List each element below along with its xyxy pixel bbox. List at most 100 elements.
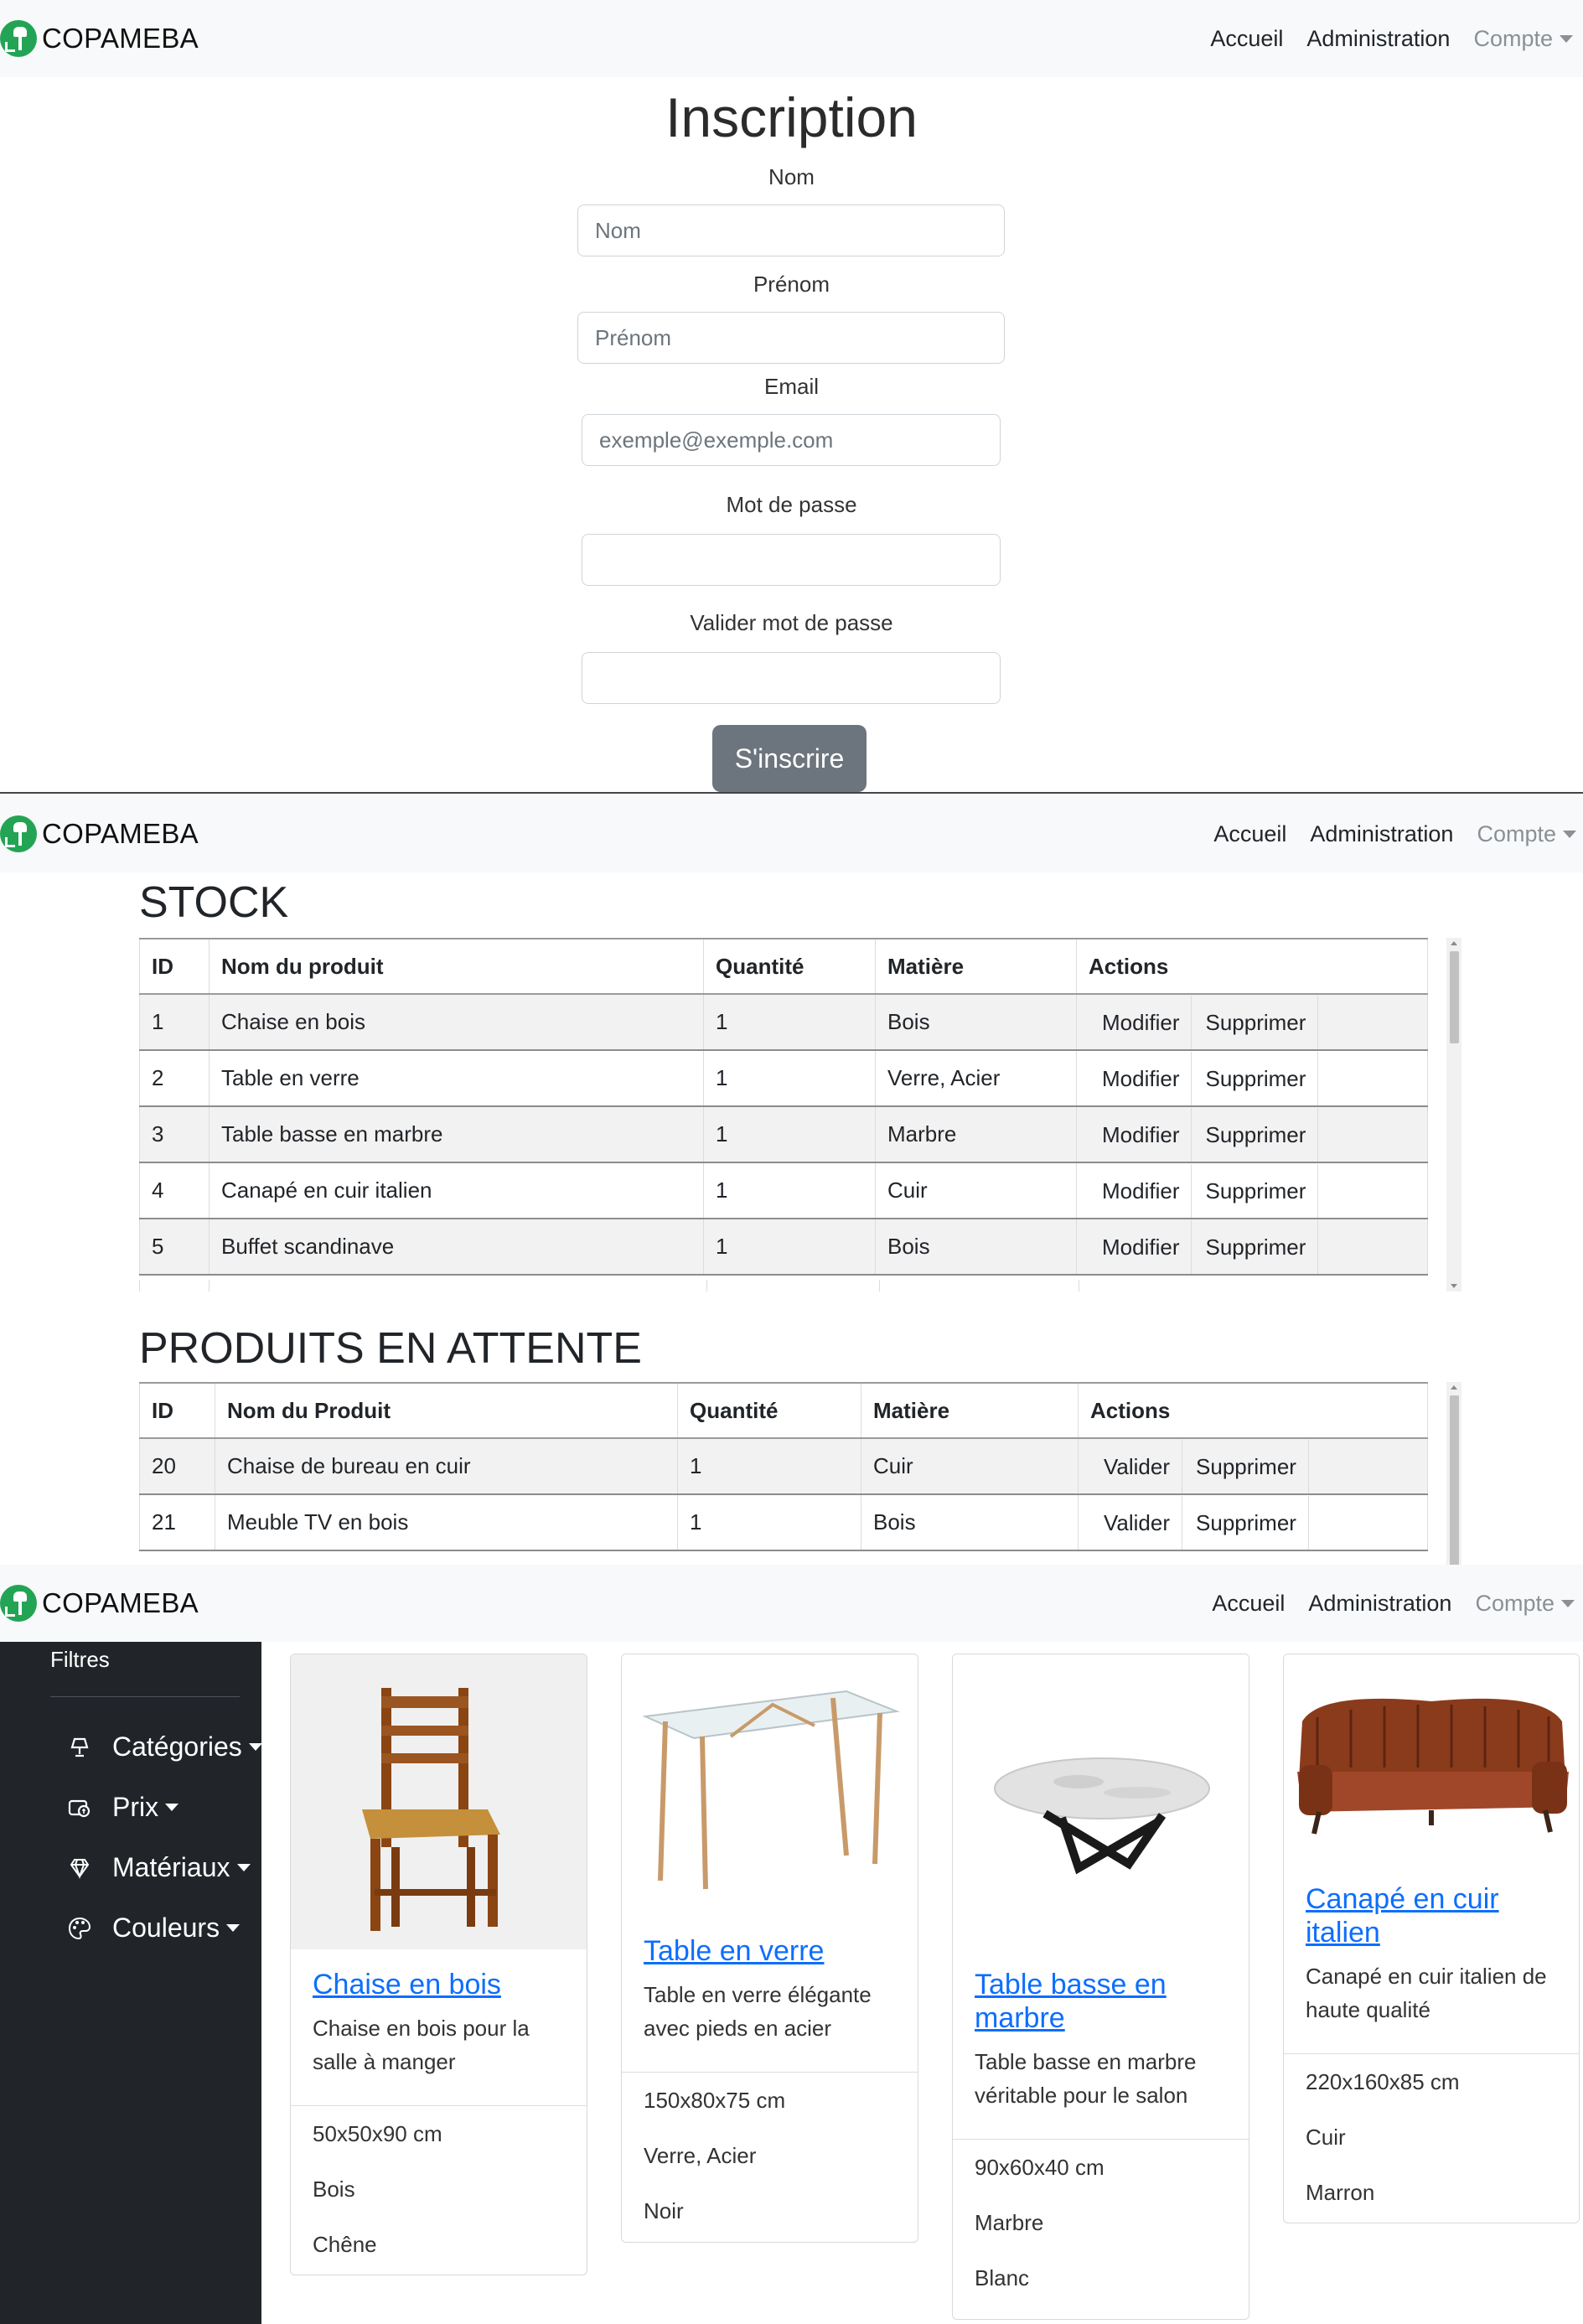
edit-button[interactable]: Modifier <box>1089 995 1192 1049</box>
product-dimensions: 220x160x85 cm <box>1306 2069 1460 2094</box>
brand[interactable]: COPAMEBA <box>0 795 199 872</box>
cell-id: 5 <box>139 1219 210 1276</box>
cell-name: Table en verre <box>209 1050 704 1107</box>
password-input[interactable] <box>582 534 1001 586</box>
product-image[interactable] <box>291 1654 587 1949</box>
product-title-link[interactable]: Canapé en cuir italien <box>1306 1882 1565 1949</box>
cell-name: Buffet scandinave <box>209 1219 704 1276</box>
brand[interactable]: COPAMEBA <box>0 0 199 77</box>
cell-id: 3 <box>139 1106 210 1163</box>
stock-scrollbar[interactable] <box>1446 938 1461 1291</box>
product-image[interactable] <box>622 1654 918 1939</box>
sidebar-divider <box>50 1696 240 1697</box>
signup-button[interactable]: S'inscrire <box>712 725 867 792</box>
product-color: Blanc <box>975 2265 1030 2290</box>
cell-name: Canapé en cuir italien <box>209 1162 704 1219</box>
chevron-down-icon <box>165 1804 179 1811</box>
nav-account-dropdown[interactable]: Compte <box>1473 26 1573 52</box>
sidebar-item-label: Couleurs <box>112 1913 220 1943</box>
edit-button[interactable]: Modifier <box>1089 1051 1192 1105</box>
cell-actions: Modifier Supprimer <box>1076 1162 1428 1219</box>
confirm-password-label: Valider mot de passe <box>690 610 893 635</box>
col-id: ID <box>139 938 210 995</box>
validate-button[interactable]: Valider <box>1090 1495 1183 1550</box>
product-specs: 150x80x75 cm Verre, Acier Noir <box>622 2072 918 2239</box>
palette-icon <box>65 1914 94 1943</box>
chevron-down-icon <box>1561 1599 1575 1607</box>
edit-button[interactable]: Modifier <box>1089 1107 1192 1162</box>
scrollbar-thumb[interactable] <box>1450 951 1459 1043</box>
product-image[interactable] <box>953 1654 1249 1949</box>
cell-qty: 1 <box>703 994 876 1051</box>
lamp-icon <box>65 1733 94 1762</box>
table-cutoff-row <box>139 1280 1428 1291</box>
cell-name: Meuble TV en bois <box>215 1494 678 1551</box>
table-row: 3 Table basse en marbre 1 Marbre Modifie… <box>139 1106 1428 1163</box>
cell-name: Chaise en bois <box>209 994 704 1051</box>
nav-account-dropdown[interactable]: Compte <box>1477 821 1576 847</box>
edit-button[interactable]: Modifier <box>1089 1163 1192 1218</box>
nav-account-dropdown[interactable]: Compte <box>1475 1591 1575 1617</box>
nav-admin-link[interactable]: Administration <box>1308 1591 1451 1617</box>
cell-name: Chaise de bureau en cuir <box>215 1438 678 1495</box>
nom-label: Nom <box>768 164 815 189</box>
cell-actions: Modifier Supprimer <box>1076 1050 1428 1107</box>
delete-button[interactable]: Supprimer <box>1192 1163 1319 1218</box>
nav-home-link[interactable]: Accueil <box>1213 821 1286 847</box>
scroll-up-arrow[interactable] <box>1451 941 1457 945</box>
product-description: Table en verre élégante avec pieds en ac… <box>644 1982 872 2041</box>
delete-button[interactable]: Supprimer <box>1192 1051 1319 1105</box>
nav-home-link[interactable]: Accueil <box>1210 26 1283 52</box>
chevron-down-icon <box>1560 34 1573 43</box>
nav-home-link[interactable]: Accueil <box>1212 1591 1285 1617</box>
nav-account-label: Compte <box>1477 820 1556 846</box>
nav-admin-link[interactable]: Administration <box>1310 821 1453 847</box>
product-title-link[interactable]: Table basse en marbre <box>975 1968 1235 2035</box>
cell-material: Bois <box>875 1219 1077 1276</box>
nav-admin-link[interactable]: Administration <box>1306 26 1450 52</box>
product-card: Canapé en cuir italien Canapé en cuir it… <box>1283 1654 1580 2223</box>
filter-sidebar: Filtres Catégories Prix Matériaux Couleu… <box>0 1642 262 2324</box>
cell-id: 1 <box>139 994 210 1051</box>
scroll-down-arrow[interactable] <box>1451 1284 1457 1288</box>
prenom-label: Prénom <box>753 272 830 297</box>
sidebar-item-categories[interactable]: Catégories <box>65 1731 262 1762</box>
scrollbar-thumb[interactable] <box>1450 1395 1459 1566</box>
email-input[interactable]: exemple@exemple.com <box>582 414 1001 466</box>
brand[interactable]: COPAMEBA <box>0 1565 199 1642</box>
sidebar-item-label: Prix <box>112 1792 159 1822</box>
delete-button[interactable]: Supprimer <box>1192 995 1319 1049</box>
navbar: COPAMEBA Accueil Administration Compte <box>0 795 1583 872</box>
brand-name: COPAMEBA <box>42 23 199 54</box>
scroll-up-arrow[interactable] <box>1451 1385 1457 1390</box>
product-card: Table basse en marbre Table basse en mar… <box>952 1654 1249 2320</box>
catalog-section: Filtres Catégories Prix Matériaux Couleu… <box>0 1642 1583 2324</box>
product-description: Table basse en marbre véritable pour le … <box>975 2049 1197 2108</box>
product-specs: 90x60x40 cm Marbre Blanc <box>953 2139 1249 2306</box>
cell-qty: 1 <box>677 1494 861 1551</box>
delete-button[interactable]: Supprimer <box>1182 1439 1309 1493</box>
product-title-link[interactable]: Table en verre <box>644 1934 904 1968</box>
delete-button[interactable]: Supprimer <box>1182 1495 1309 1550</box>
sidebar-item-materials[interactable]: Matériaux <box>65 1852 251 1883</box>
delete-button[interactable]: Supprimer <box>1192 1219 1319 1274</box>
product-card: Table en verre Table en verre élégante a… <box>621 1654 918 2243</box>
cell-name: Table basse en marbre <box>209 1106 704 1163</box>
sidebar-item-price[interactable]: Prix <box>65 1792 179 1823</box>
product-title-link[interactable]: Chaise en bois <box>313 1968 573 2001</box>
pending-scrollbar[interactable] <box>1446 1382 1461 1566</box>
table-header-row: ID Nom du Produit Quantité Matière Actio… <box>139 1382 1428 1439</box>
delete-button[interactable]: Supprimer <box>1192 1107 1319 1162</box>
validate-button[interactable]: Valider <box>1090 1439 1183 1493</box>
edit-button[interactable]: Modifier <box>1089 1219 1192 1274</box>
product-image[interactable] <box>1284 1654 1579 1889</box>
cell-qty: 1 <box>703 1106 876 1163</box>
product-material: Cuir <box>1306 2125 1346 2150</box>
col-qty: Quantité <box>677 1382 861 1439</box>
nom-input[interactable]: Nom <box>577 204 1005 256</box>
prenom-input[interactable]: Prénom <box>577 312 1005 364</box>
sidebar-item-label: Catégories <box>112 1731 242 1762</box>
table-row: 21 Meuble TV en bois 1 Bois Valider Suppr… <box>139 1494 1428 1551</box>
confirm-password-input[interactable] <box>582 652 1001 704</box>
sidebar-item-colors[interactable]: Couleurs <box>65 1913 241 1944</box>
